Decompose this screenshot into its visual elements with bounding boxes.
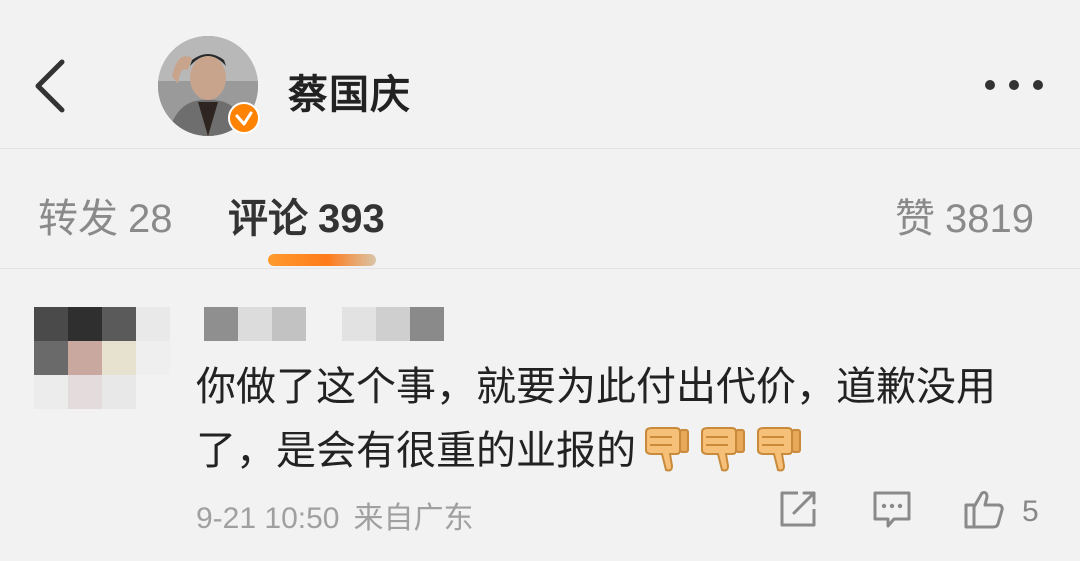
comment-meta: 9-21 10:50 来自广东 xyxy=(196,493,473,537)
header-bar: 蔡国庆 xyxy=(0,0,1080,148)
list-item: 你做了这个事，就要为此付出代价，道歉没用 了，是会有很重的业报的 9-21 10… xyxy=(0,269,1080,561)
like-icon xyxy=(964,491,1004,529)
verified-badge-icon xyxy=(228,102,260,134)
header-divider xyxy=(0,148,1080,149)
share-icon xyxy=(780,491,816,527)
active-tab-indicator xyxy=(268,254,376,266)
comment-text: 你做了这个事，就要为此付出代价，道歉没用 了，是会有很重的业报的 xyxy=(196,355,1056,483)
reply-icon xyxy=(873,491,911,528)
weibo-comments-screen: 蔡国庆 转发 28 评论 393 赞 3819 你做了这个事，就要为此付出代价，… xyxy=(0,0,1080,561)
commenter-avatar[interactable] xyxy=(34,307,172,411)
like-count: 5 xyxy=(1022,495,1039,528)
comment-line-1: 你做了这个事，就要为此付出代价，道歉没用 xyxy=(196,364,996,410)
more-button[interactable] xyxy=(982,72,1046,98)
comment-line-2-row: 了，是会有很重的业报的 xyxy=(196,419,1056,483)
tab-comment-label: 评论 xyxy=(228,197,308,241)
thumbs-down-emoji-icon xyxy=(701,427,745,472)
tab-likes[interactable]: 赞 3819 xyxy=(895,186,1034,244)
tab-comment[interactable]: 评论 393 xyxy=(228,186,385,244)
tab-repost-count: 28 xyxy=(128,197,173,241)
tab-comment-count: 393 xyxy=(318,197,385,241)
page-title[interactable]: 蔡国庆 xyxy=(288,62,411,120)
chevron-left-icon xyxy=(35,59,65,113)
thumbs-down-emoji-icon xyxy=(645,427,689,472)
share-button[interactable] xyxy=(776,487,820,531)
thumbs-down-emoji-icon xyxy=(757,427,801,472)
tab-repost[interactable]: 转发 28 xyxy=(38,186,173,244)
commenter-name-redacted[interactable] xyxy=(204,307,444,341)
like-button[interactable] xyxy=(962,487,1006,531)
tab-likes-count: 3819 xyxy=(945,197,1034,241)
comment-time: 9-21 10:50 xyxy=(196,502,340,535)
reply-button[interactable] xyxy=(870,487,914,531)
tab-likes-label: 赞 xyxy=(895,197,935,241)
more-horizontal-icon xyxy=(985,80,1043,90)
comment-line-2: 了，是会有很重的业报的 xyxy=(196,428,636,474)
back-button[interactable] xyxy=(28,58,78,114)
tab-repost-label: 转发 xyxy=(38,197,118,241)
user-avatar-button[interactable] xyxy=(158,36,260,136)
comment-source: 来自广东 xyxy=(353,502,474,535)
